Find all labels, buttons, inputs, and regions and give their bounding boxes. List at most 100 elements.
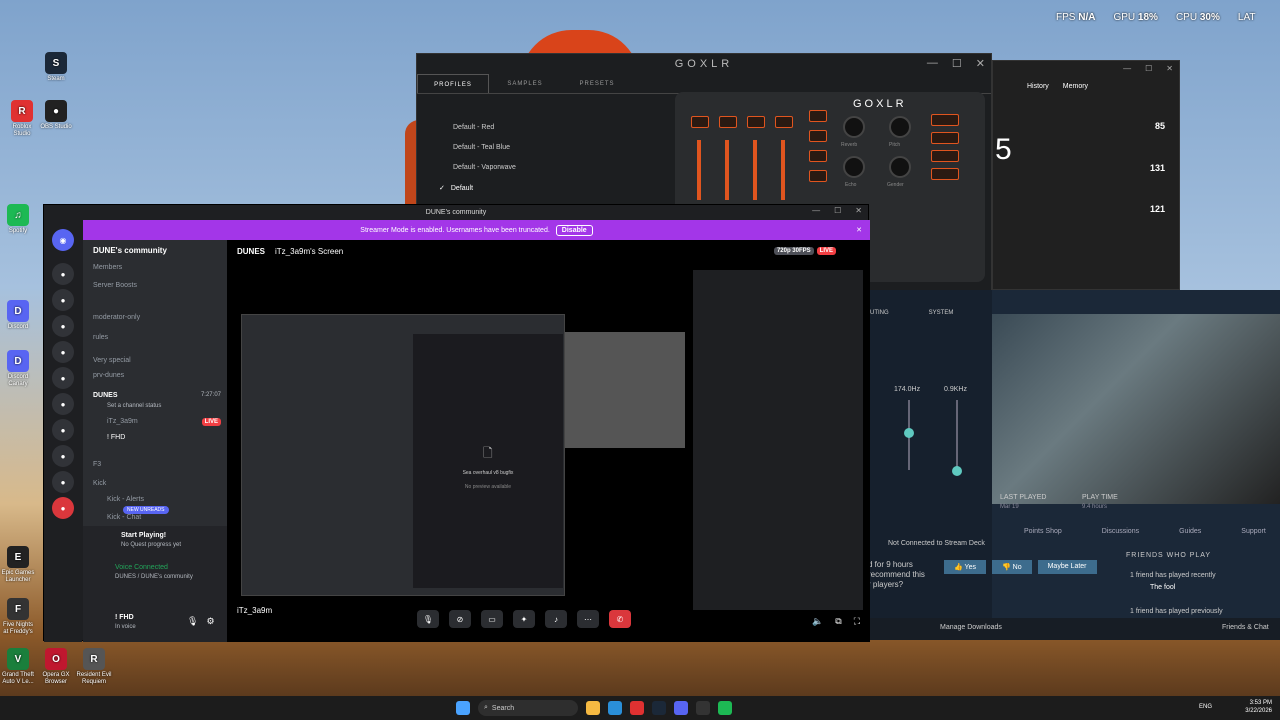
soundboard-button[interactable]: ♪ [545,610,567,628]
mic-button[interactable]: 🎙 [417,610,439,628]
discord-taskbar-icon[interactable] [674,701,688,715]
discord-window-controls[interactable]: — ☐ ✕ [812,206,862,215]
eq-slider-handle[interactable] [952,466,962,476]
channel-server-boosts[interactable]: Server Boosts [93,282,137,289]
goxlr-taskbar-icon[interactable] [696,701,710,715]
server-icon-new[interactable]: ● [52,497,74,519]
desktop-icon-discord-canary[interactable]: D Discord Canary [0,350,36,388]
screen-share-button[interactable]: ▭ [481,610,503,628]
camera-button[interactable]: ⊘ [449,610,471,628]
taskmgr-window-controls[interactable]: — ☐ ✕ [1123,64,1173,73]
channel-status[interactable]: Set a channel status [107,403,161,409]
nav-points-shop[interactable]: Points Shop [1024,528,1062,535]
volume-icon[interactable]: 🔈 [812,616,823,627]
steam-taskbar-icon[interactable] [652,701,666,715]
spotify-taskbar-icon[interactable] [718,701,732,715]
server-icon[interactable]: ● [52,471,74,493]
category-very-special[interactable]: Very special [93,357,131,364]
recommend-yes-button[interactable]: 👍 Yes [944,560,986,574]
recommend-no-button[interactable]: 👎 No [991,560,1032,574]
new-unreads-pill[interactable]: NEW UNREADS [123,506,169,514]
desktop-icon-discord[interactable]: D Discord [0,300,36,331]
disable-streamer-mode-button[interactable]: Disable [555,224,593,236]
settings-icon[interactable]: ⚙ [206,616,214,627]
desktop-icon-roblox-studio[interactable]: R Roblox Studio [4,100,40,138]
disconnect-button[interactable]: ✆ [609,610,631,628]
taskbar-search[interactable]: ⌕ Search [478,700,578,716]
opera-icon[interactable] [630,701,644,715]
start-icon[interactable] [456,701,470,715]
desktop-icon-gta-v[interactable]: V Grand Theft Auto V Le... [0,648,36,686]
server-icon[interactable]: ● [52,367,74,389]
desktop-icon-obs[interactable]: ● OBS Studio [38,100,74,131]
profile-item-active[interactable]: ✓ Default [439,184,473,192]
maybe-later-button[interactable]: Maybe Later [1037,560,1097,574]
server-icon[interactable]: ● [52,341,74,363]
channel-members[interactable]: Members [93,264,122,271]
nav-support[interactable]: Support [1241,528,1266,535]
manage-downloads-link[interactable]: Manage Downloads [940,624,1002,631]
server-icon[interactable]: ● [52,393,74,415]
quality-badge[interactable]: 720p 30FPS [773,247,814,255]
desktop-icon-epic-games[interactable]: E Epic Games Launcher [0,546,36,584]
close-icon[interactable]: ✕ [976,57,985,70]
channel-moderator-only[interactable]: moderator-only [93,314,140,321]
server-icon[interactable]: ● [52,445,74,467]
desktop-icon-steam[interactable]: S Steam [38,52,74,83]
server-icon[interactable]: ● [52,263,74,285]
goxlr-window-controls[interactable]: — ☐ ✕ [927,57,985,70]
edge-icon[interactable] [608,701,622,715]
voice-connected-sub[interactable]: DUNES / DUNE's community [115,574,193,580]
tab-computing[interactable]: UTING [870,310,889,316]
eq-slider-handle[interactable] [904,428,914,438]
maximize-icon[interactable]: ☐ [952,57,962,70]
language-indicator[interactable]: ENG [1199,703,1212,711]
activities-button[interactable]: ✦ [513,610,535,628]
desktop-icon-spotify[interactable]: ♫ Spotify [0,204,36,235]
more-button[interactable]: ⋯ [577,610,599,628]
nav-discussions[interactable]: Discussions [1102,528,1139,535]
tab-memory[interactable]: Memory [1063,83,1088,90]
profile-item[interactable]: Default - Vaporwave [453,164,516,171]
user-name[interactable]: ! FHD [115,614,134,621]
fullscreen-icon[interactable]: ⛶ [854,616,860,627]
profile-item[interactable]: Default - Teal Blue [453,144,510,151]
channel-kick-chat[interactable]: Kick - Chat [107,514,141,521]
channel-kick-alerts[interactable]: Kick - Alerts [107,496,144,503]
mic-icon[interactable]: 🎙 [187,616,198,627]
friend-name[interactable]: The fool [1150,584,1175,591]
banner-close-icon[interactable]: ✕ [856,226,862,234]
nav-guides[interactable]: Guides [1179,528,1201,535]
tab-profiles[interactable]: PROFILES [417,74,489,93]
voice-user[interactable]: ! FHD [107,434,125,441]
server-icon[interactable]: ● [52,289,74,311]
file-explorer-icon[interactable] [586,701,600,715]
eq-slider-2[interactable] [956,400,958,470]
voice-channel-dunes[interactable]: DUNES [93,392,118,399]
maximize-icon[interactable]: ☐ [834,206,841,215]
category-kick[interactable]: Kick [93,480,106,487]
server-name[interactable]: DUNE's community [93,246,167,255]
popout-icon[interactable]: ⧉ [835,616,841,627]
desktop-icon-fnaf[interactable]: F Five Nights at Freddy's [0,598,36,636]
clock-date[interactable]: 3/22/2026 [1245,707,1272,715]
server-icon[interactable]: ● [52,419,74,441]
tab-presets[interactable]: PRESETS [561,74,633,93]
server-icon[interactable]: ● [52,315,74,337]
channel-prv-dunes[interactable]: prv-dunes [93,372,124,379]
desktop-icon-resident-evil[interactable]: R Resident Evil Requiem [76,648,112,686]
channel-rules[interactable]: rules [93,334,108,341]
profile-item[interactable]: Default - Red [453,124,494,131]
friends-chat-link[interactable]: Friends & Chat [1222,624,1269,631]
tab-history[interactable]: History [1027,83,1049,90]
voice-user[interactable]: iTz_3a9m [107,418,138,425]
tab-system[interactable]: SYSTEM [929,310,954,316]
discord-home-icon[interactable]: ◉ [52,229,74,251]
minimize-icon[interactable]: — [812,206,820,215]
desktop-icon-opera-gx[interactable]: O Opera GX Browser [38,648,74,686]
category-f3[interactable]: F3 [93,461,101,468]
close-icon[interactable]: ✕ [855,206,862,215]
clock-time[interactable]: 3:53 PM [1245,699,1272,707]
minimize-icon[interactable]: — [927,57,938,70]
tab-samples[interactable]: SAMPLES [489,74,561,93]
